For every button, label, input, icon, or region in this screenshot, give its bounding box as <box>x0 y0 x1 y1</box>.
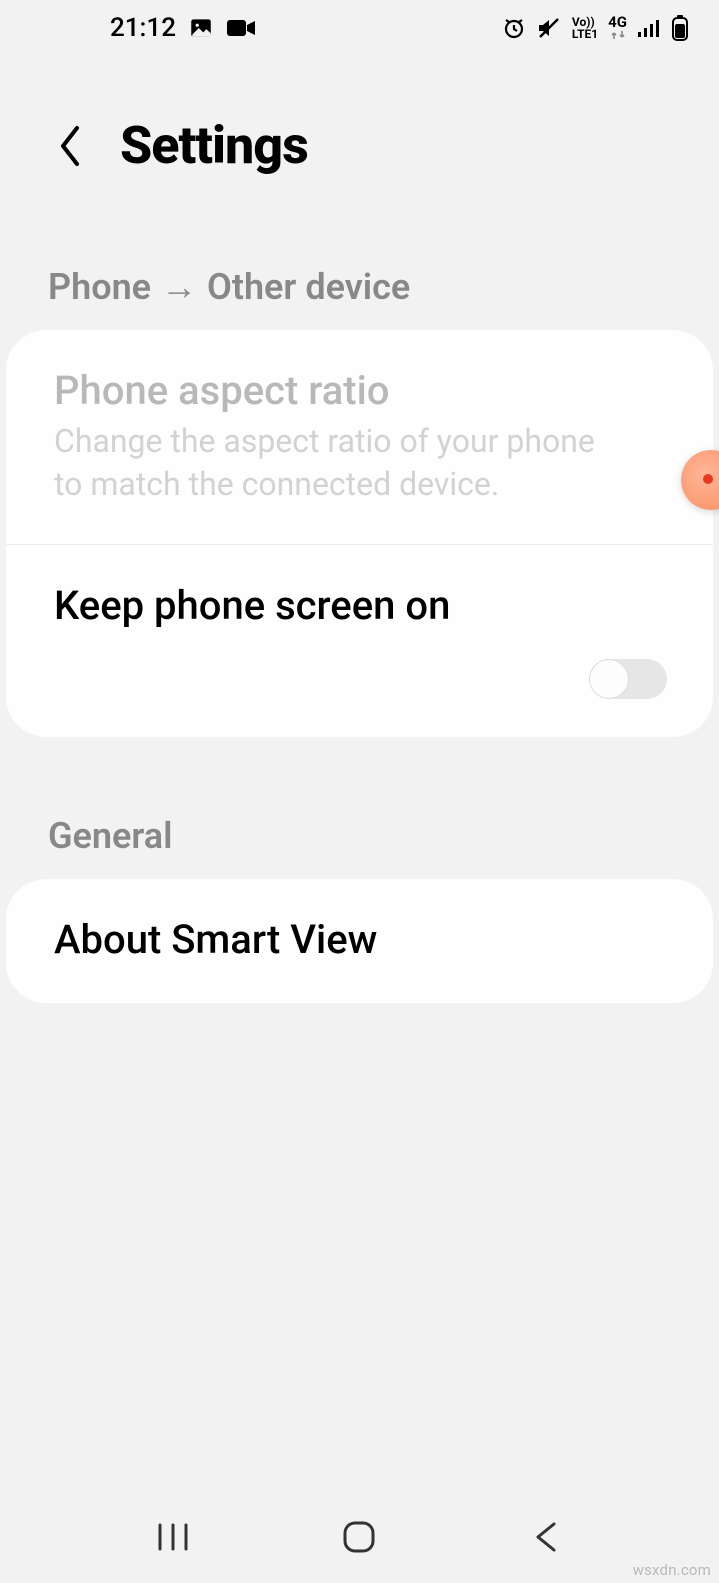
section-header-phone: Phone → Other device <box>0 206 719 330</box>
item-about-smart-view[interactable]: About Smart View <box>6 879 713 1003</box>
mute-icon <box>536 16 562 40</box>
item-keep-phone-screen-on[interactable]: Keep phone screen on <box>6 544 713 737</box>
status-time: 21:12 <box>110 13 176 43</box>
page-title: Settings <box>120 115 308 176</box>
watermark: wsxdn.com <box>633 1561 711 1579</box>
navigation-bar <box>0 1491 719 1583</box>
status-left: 21:12 <box>110 13 256 43</box>
toggle-track <box>589 659 667 699</box>
back-button[interactable] <box>50 116 90 176</box>
signal-icon <box>637 18 661 38</box>
battery-icon <box>671 15 689 41</box>
arrow-right-icon: → <box>161 266 197 308</box>
toggle-keep-screen-on[interactable] <box>589 659 667 699</box>
section-header-phone-right: Other device <box>207 266 410 308</box>
item-description: Change the aspect ratio of your phone to… <box>54 420 614 506</box>
item-title: About Smart View <box>54 915 665 965</box>
section-header-general-label: General <box>48 815 172 857</box>
video-icon <box>226 18 256 38</box>
network-4g-icon: 4G <box>608 15 627 40</box>
item-phone-aspect-ratio[interactable]: Phone aspect ratio Change the aspect rat… <box>6 330 713 544</box>
status-right: Vo)) LTE1 4G <box>502 15 689 41</box>
toggle-knob <box>589 659 629 699</box>
nav-home-button[interactable] <box>329 1507 389 1567</box>
status-bar: 21:12 Vo)) LTE1 4G <box>0 0 719 55</box>
alarm-icon <box>502 16 526 40</box>
section-header-phone-left: Phone <box>48 266 151 308</box>
section-header-general: General <box>0 737 719 879</box>
volte-icon: Vo)) LTE1 <box>572 16 598 40</box>
card-general: About Smart View <box>6 879 713 1003</box>
item-title: Keep phone screen on <box>54 581 665 631</box>
nav-back-button[interactable] <box>516 1507 576 1567</box>
item-title: Phone aspect ratio <box>54 366 665 416</box>
record-dot-icon <box>703 474 713 484</box>
card-phone-settings: Phone aspect ratio Change the aspect rat… <box>6 330 713 737</box>
picture-icon <box>188 15 214 41</box>
nav-recents-button[interactable] <box>143 1507 203 1567</box>
page-header: Settings <box>0 55 719 206</box>
